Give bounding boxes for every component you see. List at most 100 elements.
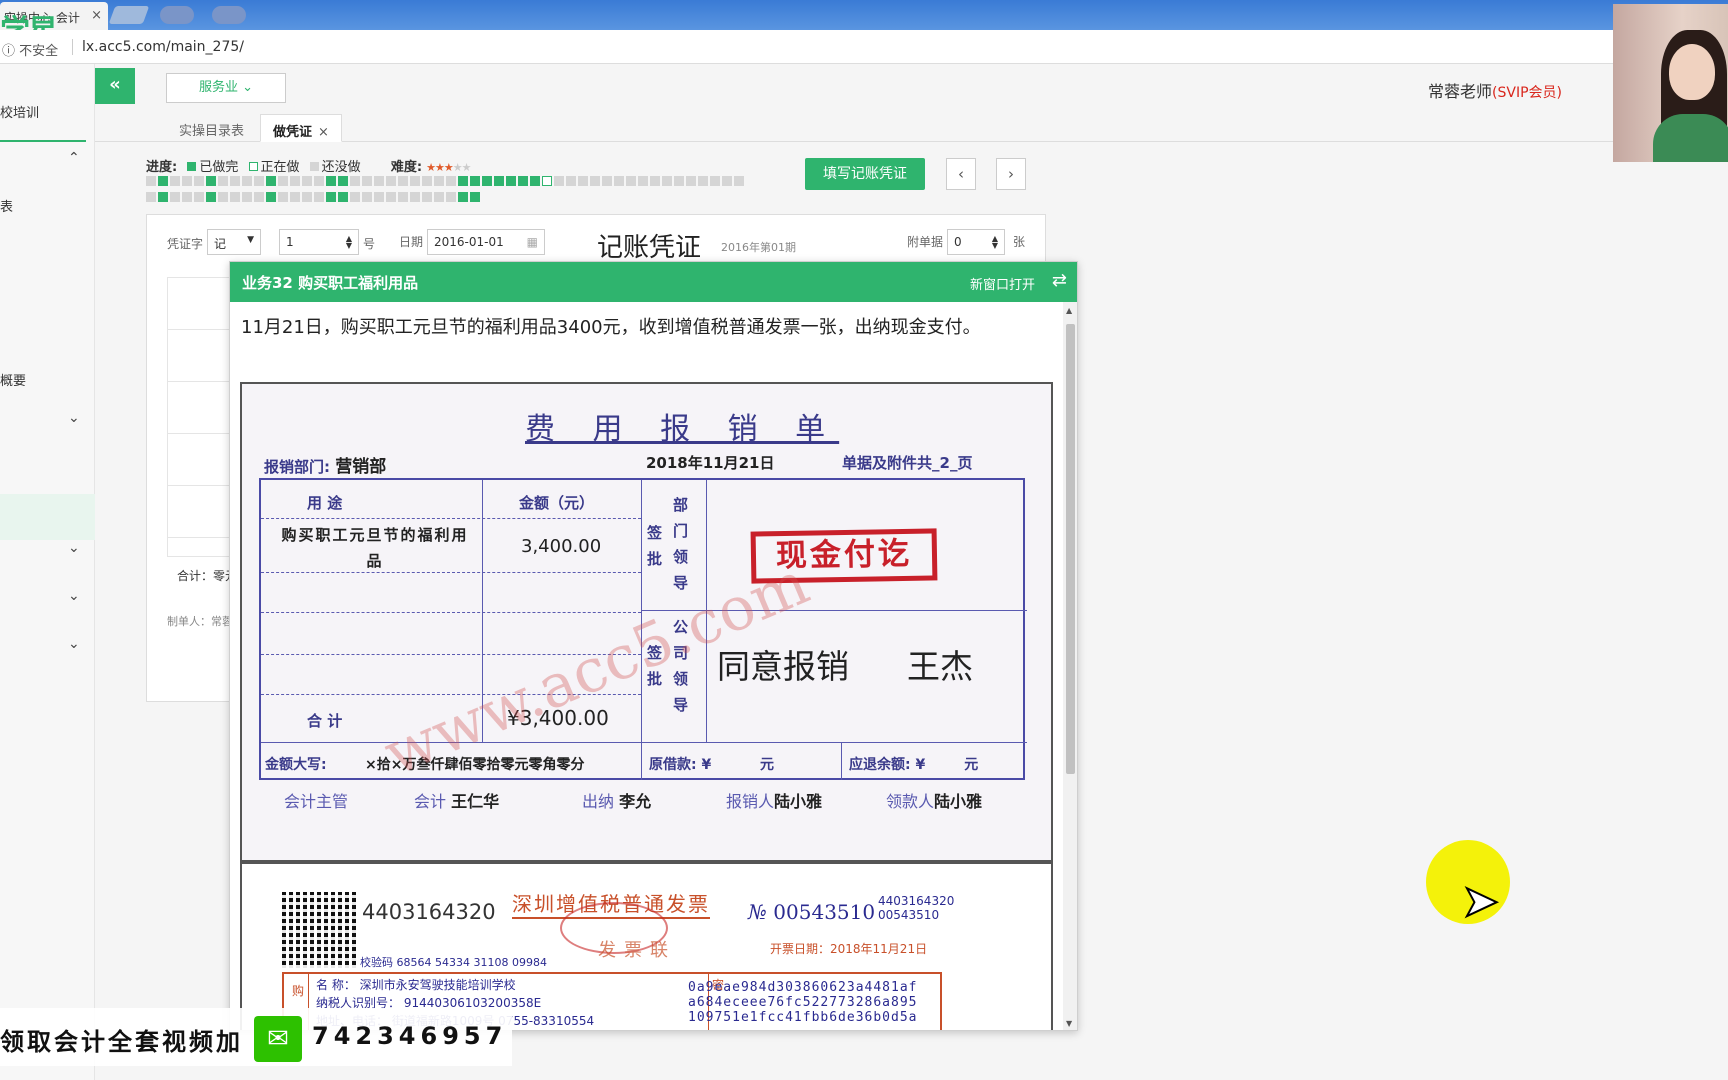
progress-square[interactable]: [254, 176, 264, 186]
progress-square[interactable]: [542, 176, 552, 186]
progress-square[interactable]: [350, 176, 360, 186]
progress-square[interactable]: [434, 192, 444, 202]
attach-input[interactable]: 0 ▲ ▼: [947, 229, 1005, 255]
voucher-word-select[interactable]: 记 ▼: [207, 229, 261, 255]
swap-icon[interactable]: ⇄: [1052, 270, 1067, 291]
service-dropdown[interactable]: 服务业 ⌄: [166, 73, 286, 103]
progress-square[interactable]: [290, 176, 300, 186]
progress-square[interactable]: [314, 192, 324, 202]
progress-square[interactable]: [674, 176, 684, 186]
progress-square[interactable]: [530, 176, 540, 186]
progress-square[interactable]: [710, 176, 720, 186]
progress-square[interactable]: [158, 176, 168, 186]
open-new-window-link[interactable]: 新窗口打开: [970, 274, 1035, 293]
voucher-number-input[interactable]: 1 ▲ ▼: [279, 229, 359, 255]
progress-square[interactable]: [410, 176, 420, 186]
progress-square[interactable]: [470, 192, 480, 202]
insecure-indicator[interactable]: ⓘ 不安全: [2, 40, 58, 59]
progress-square[interactable]: [350, 192, 360, 202]
progress-square[interactable]: [446, 192, 456, 202]
close-icon[interactable]: ×: [318, 125, 329, 140]
progress-square[interactable]: [278, 176, 288, 186]
chevron-down-icon[interactable]: ⌄: [68, 540, 80, 556]
progress-square[interactable]: [698, 176, 708, 186]
progress-square[interactable]: [182, 192, 192, 202]
next-button[interactable]: ›: [996, 158, 1026, 190]
progress-square[interactable]: [722, 176, 732, 186]
chevron-down-icon[interactable]: ⌄: [68, 636, 80, 652]
progress-square[interactable]: [374, 192, 384, 202]
prev-button[interactable]: ‹: [946, 158, 976, 190]
progress-square[interactable]: [218, 192, 228, 202]
progress-square[interactable]: [170, 192, 180, 202]
progress-square[interactable]: [386, 192, 396, 202]
progress-square[interactable]: [170, 176, 180, 186]
progress-square[interactable]: [326, 176, 336, 186]
progress-square[interactable]: [470, 176, 480, 186]
progress-square[interactable]: [422, 192, 432, 202]
progress-square[interactable]: [194, 176, 204, 186]
progress-square[interactable]: [482, 176, 492, 186]
tab-close-icon[interactable]: ×: [91, 8, 102, 23]
progress-square[interactable]: [230, 176, 240, 186]
sidebar-item-summary[interactable]: 概要: [0, 370, 26, 389]
progress-square[interactable]: [410, 192, 420, 202]
url-text[interactable]: lx.acc5.com/main_275/: [82, 39, 244, 55]
scrollbar-thumb[interactable]: [1066, 324, 1075, 774]
progress-square[interactable]: [638, 176, 648, 186]
progress-square[interactable]: [434, 176, 444, 186]
progress-square[interactable]: [158, 192, 168, 202]
progress-square[interactable]: [302, 192, 312, 202]
progress-square[interactable]: [206, 192, 216, 202]
progress-square[interactable]: [518, 176, 528, 186]
sidebar-item-table[interactable]: 表: [0, 196, 13, 215]
progress-square[interactable]: [338, 176, 348, 186]
progress-square[interactable]: [650, 176, 660, 186]
progress-square[interactable]: [254, 192, 264, 202]
progress-square[interactable]: [182, 176, 192, 186]
fill-voucher-button[interactable]: 填写记账凭证: [805, 158, 925, 190]
progress-square[interactable]: [242, 176, 252, 186]
progress-square[interactable]: [398, 192, 408, 202]
progress-square[interactable]: [146, 192, 156, 202]
progress-square[interactable]: [290, 192, 300, 202]
progress-square[interactable]: [458, 192, 468, 202]
popup-header[interactable]: 业务32 购买职工福利用品 新窗口打开 ⇄: [230, 262, 1077, 302]
progress-square[interactable]: [206, 176, 216, 186]
popup-scrollbar[interactable]: ▲ ▼: [1063, 302, 1077, 1030]
chevron-down-icon[interactable]: ⌄: [68, 588, 80, 604]
chevron-down-icon[interactable]: ⌄: [68, 410, 80, 426]
progress-square[interactable]: [266, 192, 276, 202]
progress-square[interactable]: [302, 176, 312, 186]
progress-square[interactable]: [146, 176, 156, 186]
browser-new-tab[interactable]: [108, 6, 150, 24]
tab-voucher[interactable]: 做凭证 ×: [260, 114, 342, 142]
progress-square[interactable]: [602, 176, 612, 186]
progress-square[interactable]: [314, 176, 324, 186]
progress-square[interactable]: [458, 176, 468, 186]
progress-square[interactable]: [242, 192, 252, 202]
progress-square[interactable]: [446, 176, 456, 186]
progress-square[interactable]: [266, 176, 276, 186]
progress-square[interactable]: [194, 192, 204, 202]
progress-square[interactable]: [578, 176, 588, 186]
progress-square[interactable]: [626, 176, 636, 186]
progress-square[interactable]: [662, 176, 672, 186]
progress-square[interactable]: [734, 176, 744, 186]
sidebar-collapse-button[interactable]: «: [95, 68, 135, 104]
progress-square[interactable]: [422, 176, 432, 186]
progress-square[interactable]: [386, 176, 396, 186]
progress-square[interactable]: [362, 192, 372, 202]
progress-square[interactable]: [230, 192, 240, 202]
tab-catalog[interactable]: 实操目录表: [167, 114, 256, 142]
progress-square[interactable]: [590, 176, 600, 186]
progress-square[interactable]: [494, 176, 504, 186]
progress-square[interactable]: [374, 176, 384, 186]
progress-square[interactable]: [554, 176, 564, 186]
voucher-entry-rows[interactable]: [167, 277, 237, 557]
progress-square[interactable]: [338, 192, 348, 202]
user-label[interactable]: 常蓉老师(SVIP会员): [1428, 78, 1562, 102]
sidebar-item-training[interactable]: 校培训: [0, 102, 39, 121]
progress-square[interactable]: [398, 176, 408, 186]
progress-square[interactable]: [506, 176, 516, 186]
